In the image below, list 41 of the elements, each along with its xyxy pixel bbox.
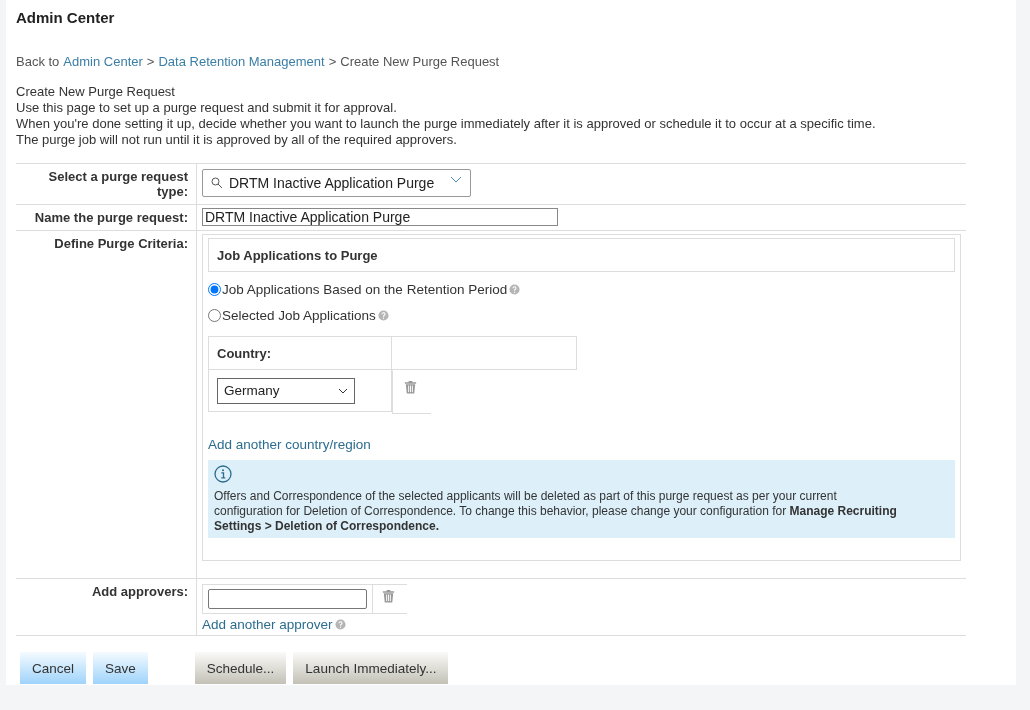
- intro-text: The purge job will not run until it is approved by all of the required approvers.: [16, 132, 458, 148]
- add-country-link[interactable]: Add another country/region: [208, 437, 371, 452]
- help-icon[interactable]: [334, 619, 346, 630]
- section-title: Job Applications to Purge: [208, 238, 955, 272]
- trash-icon[interactable]: [403, 379, 418, 395]
- radio-label: Job Applications Based on the Retention Period: [222, 282, 508, 297]
- action-button[interactable]: Save: [93, 652, 148, 684]
- field-label: Define Purge Criteria:: [16, 231, 197, 578]
- chevron-down-icon: [450, 176, 463, 184]
- action-button[interactable]: Launch Immediately...: [293, 652, 449, 684]
- radio-button[interactable]: [208, 309, 221, 322]
- breadcrumb-separator: >: [146, 53, 155, 71]
- breadcrumb-link[interactable]: Data Retention Management: [158, 52, 325, 72]
- breadcrumb-separator: >: [328, 53, 337, 71]
- approver-field[interactable]: [208, 589, 367, 609]
- chevron-down-icon: [338, 387, 348, 394]
- search-icon: [211, 177, 223, 189]
- radio-button[interactable]: [208, 283, 221, 296]
- purge-type-combobox[interactable]: DRTM Inactive Application Purge: [202, 169, 472, 197]
- field-label: Select a purge request type:: [16, 164, 197, 204]
- help-icon[interactable]: [377, 310, 389, 321]
- info-message: Offers and Correspondence of the selected applicants will be deleted as part of this purge request as per your current configuration for Deletion of Correspondence. To change this behavior, please change your configuration for Manage Recruiting Settings > Deletion of Correspondence.: [214, 489, 898, 534]
- action-button[interactable]: Cancel: [20, 652, 87, 684]
- help-icon[interactable]: [509, 284, 521, 295]
- column-header: Country:: [208, 336, 392, 370]
- action-button[interactable]: Schedule...: [194, 652, 287, 684]
- breadcrumb-current: Create New Purge Request: [340, 53, 500, 71]
- country-dropdown[interactable]: Germany: [217, 377, 355, 404]
- field-label: Name the purge request:: [16, 205, 197, 230]
- breadcrumb-link[interactable]: Admin Center: [63, 52, 143, 72]
- breadcrumb-prefix: Back to: [16, 53, 60, 71]
- trash-icon[interactable]: [381, 588, 396, 604]
- request-name-field[interactable]: DRTM Inactive Application Purge: [202, 208, 558, 226]
- intro-text: When you're done setting it up, decide whether you want to launch the purge immediately after it is approved or schedule it to occur at a specific time.: [16, 116, 877, 132]
- page-title: Admin Center: [16, 8, 116, 28]
- intro-heading: Create New Purge Request: [16, 84, 176, 100]
- field-label: Add approvers:: [16, 579, 197, 635]
- info-icon: [214, 465, 232, 483]
- intro-text: Use this page to set up a purge request and submit it for approval.: [16, 100, 398, 116]
- radio-label: Selected Job Applications: [222, 308, 376, 323]
- add-approver-link[interactable]: Add another approver: [202, 617, 333, 632]
